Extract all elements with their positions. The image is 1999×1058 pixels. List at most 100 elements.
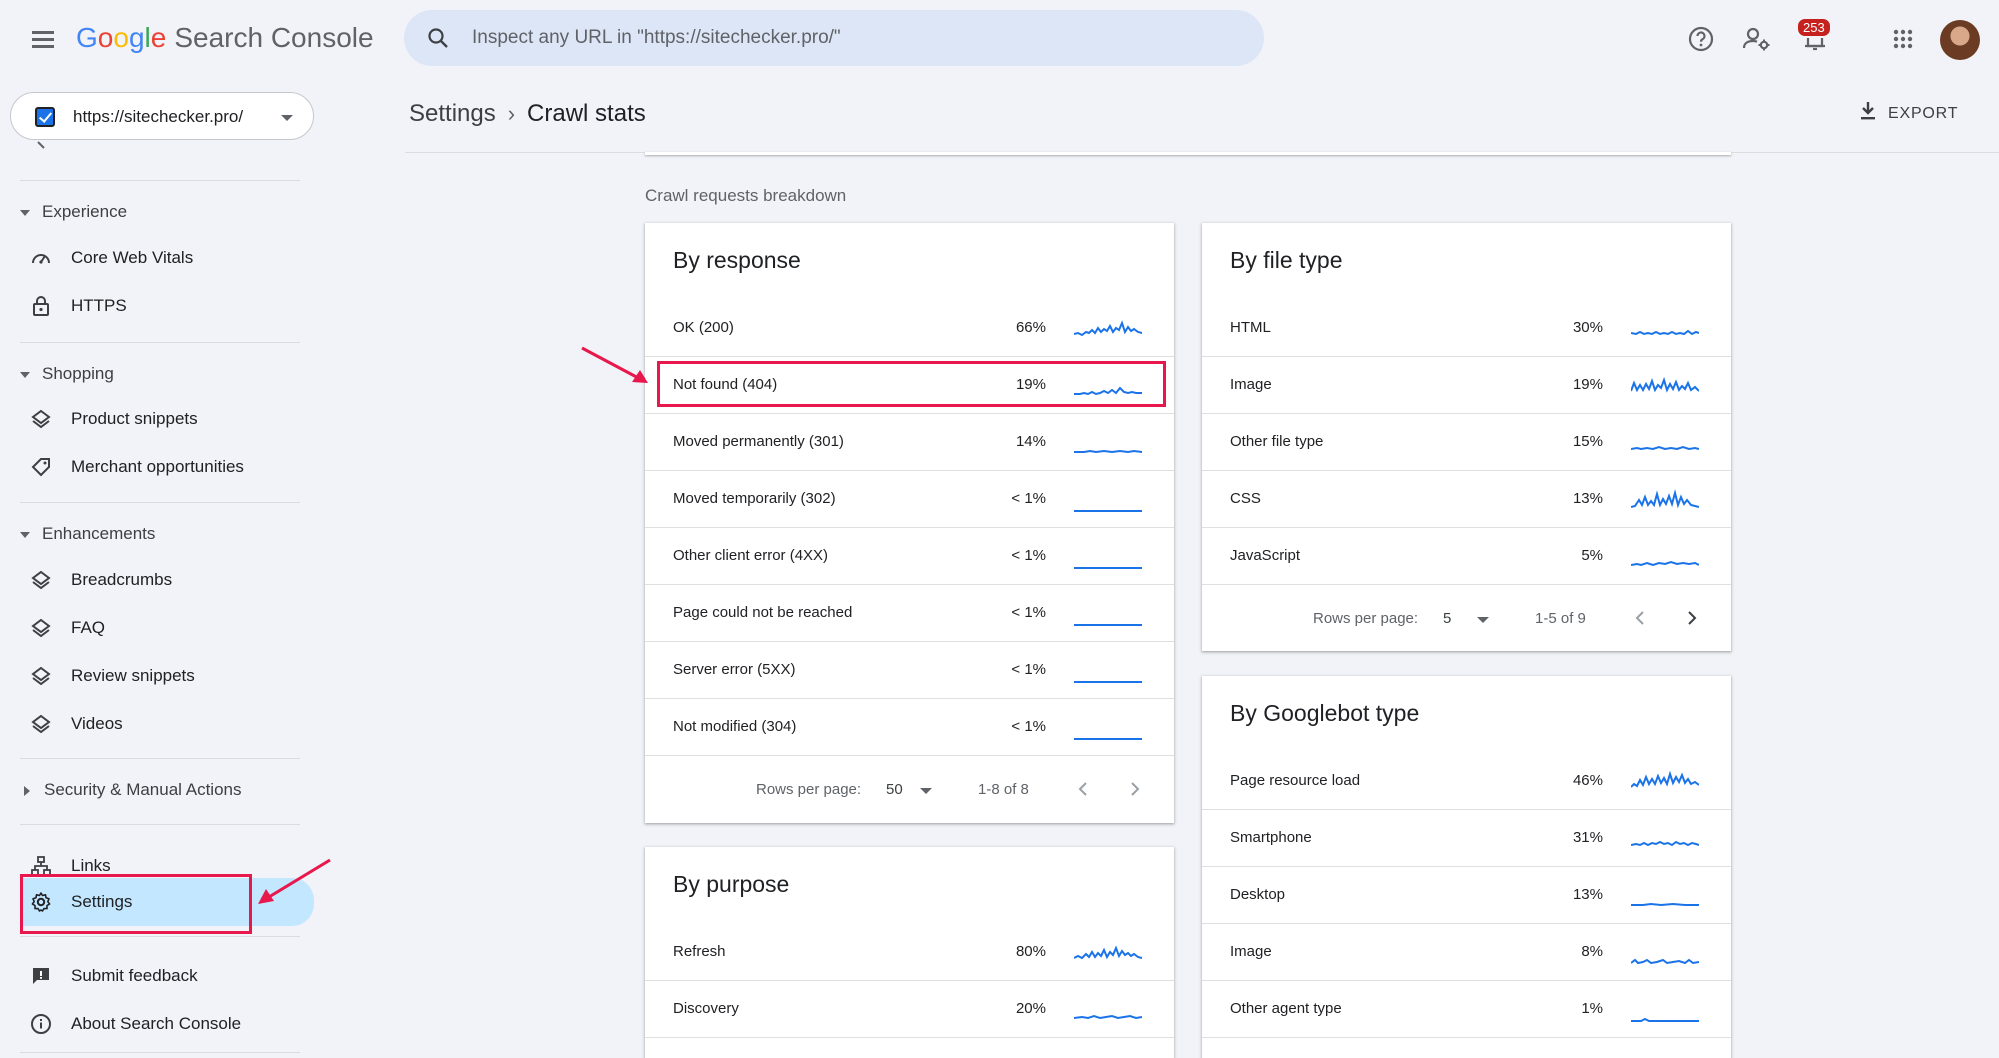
chevron-down-icon [281,115,293,121]
sparkline [1631,560,1699,567]
divider [20,936,300,937]
table-row[interactable]: HTML 30% [1202,300,1731,357]
sparkline [1074,449,1142,454]
page-range: 1-8 of 8 [978,781,1029,798]
table-row[interactable]: Moved permanently (301) 14% [645,414,1174,471]
product-name: Search Console [174,22,374,53]
caret-down-icon [20,371,30,378]
table-row[interactable]: Smartphone 31% [1202,810,1731,867]
section-enhancements[interactable]: Enhancements [20,524,155,544]
layers-icon [31,618,51,638]
url-inspection-search[interactable] [404,10,1264,66]
help-icon[interactable] [1682,20,1720,58]
section-security-manual-actions[interactable]: Security & Manual Actions [20,780,241,800]
caret-down-icon [20,209,30,216]
table-row[interactable]: Image 8% [1202,924,1731,981]
info-icon [31,1014,51,1034]
sidebar-item-https[interactable]: HTTPS [20,284,300,328]
search-console-logo[interactable]: Google Search Console [76,22,374,54]
sidebar-item-submit-feedback[interactable]: Submit feedback [20,954,300,998]
sparkline [1631,329,1699,336]
search-icon [428,28,448,48]
sidebar-item-breadcrumbs[interactable]: Breadcrumbs [20,558,300,602]
card-title: By Googlebot type [1230,700,1420,726]
sparkline [1074,320,1142,337]
section-shopping[interactable]: Shopping [20,364,114,384]
annotation-arrow-icon [581,346,648,383]
sparkline [1631,489,1699,509]
avatar[interactable] [1940,20,1980,60]
divider [20,758,300,759]
user-settings-icon[interactable] [1738,20,1776,58]
card-by-googlebot-type: By Googlebot type Page resource load 46% … [1202,676,1731,1058]
sidebar-item-faq[interactable]: FAQ [20,606,300,650]
caret-down-icon [20,531,30,538]
rows-per-page-label: Rows per page: [756,781,862,798]
caret-right-icon [24,785,30,796]
table-row[interactable]: Refresh 80% [645,924,1174,981]
divider [20,824,300,825]
sidebar-item-product-snippets[interactable]: Product snippets [20,397,300,441]
table-row[interactable]: JavaScript 5% [1202,528,1731,585]
chevron-right-icon[interactable] [1123,777,1147,801]
page-range: 1-5 of 9 [1535,610,1586,627]
property-url: https://sitechecker.pro/ [73,107,244,126]
table-row[interactable]: Image 19% [1202,357,1731,414]
export-button[interactable]: EXPORT [1858,100,1958,123]
sparkline [1074,681,1142,683]
sparkline [1074,945,1142,960]
sidebar-item-videos[interactable]: Videos [20,702,300,746]
gauge-icon [32,254,50,264]
breadcrumb-settings[interactable]: Settings [409,100,496,127]
table-row[interactable]: Moved temporarily (302) < 1% [645,471,1174,528]
sidebar-item-core-web-vitals[interactable]: Core Web Vitals [20,236,300,280]
chevron-right-icon: › [507,101,516,126]
rows-per-page-value[interactable]: 5 [1443,610,1451,627]
notification-badge: 253 [1796,17,1832,38]
card-title: By response [673,247,801,273]
table-row[interactable]: OK (200) 66% [645,300,1174,357]
hamburger-menu-icon[interactable] [26,22,60,56]
table-row[interactable]: Page could not be reached < 1% [645,585,1174,642]
section-experience[interactable]: Experience [20,202,127,222]
download-icon [1861,102,1875,120]
sparkline [1074,1014,1142,1020]
section-title: Crawl requests breakdown [645,186,847,205]
search-input[interactable] [472,20,1232,56]
chevron-left-icon[interactable] [1071,777,1095,801]
property-selector[interactable]: https://sitechecker.pro/ [10,92,314,140]
previous-card-edge [645,152,1731,155]
table-row[interactable]: Not modified (304) < 1% [645,699,1174,756]
table-row[interactable]: Desktop 13% [1202,867,1731,924]
card-title: By file type [1230,247,1343,273]
layers-icon [31,409,51,429]
card-by-purpose: By purpose Refresh 80% Discovery 20% [645,847,1174,1058]
highlight-box-not-found-row [657,361,1166,407]
sparkline [1074,738,1142,740]
tag-icon [31,458,50,477]
sidebar-item-review-snippets[interactable]: Review snippets [20,654,300,698]
table-row[interactable]: Page resource load 46% [1202,753,1731,810]
sidebar-item-merchant-opportunities[interactable]: Merchant opportunities [20,445,300,489]
table-row[interactable]: Server error (5XX) < 1% [645,642,1174,699]
feedback-icon [33,968,49,984]
chevron-right-icon[interactable] [1680,606,1704,630]
sparkline [1631,1017,1699,1022]
sidebar-item-about[interactable]: About Search Console [20,1002,300,1046]
table-row[interactable]: CSS 13% [1202,471,1731,528]
chevron-down-icon[interactable] [1477,617,1489,623]
apps-grid-icon[interactable] [1884,20,1922,58]
table-row[interactable]: Other agent type 1% [1202,981,1731,1038]
rows-per-page-value[interactable]: 50 [886,781,903,798]
card-by-file-type: By file type HTML 30% Image 19% Other file… [1202,223,1731,651]
table-row[interactable]: Other file type 15% [1202,414,1731,471]
sparkline [1631,770,1699,788]
sparkline [1074,567,1142,569]
highlight-box-settings [20,874,252,934]
chevron-down-icon[interactable] [920,788,932,794]
property-favicon-icon [35,107,55,127]
divider [20,342,300,343]
table-row[interactable]: Discovery 20% [645,981,1174,1038]
table-row[interactable]: Other client error (4XX) < 1% [645,528,1174,585]
chevron-left-icon[interactable] [1628,606,1652,630]
